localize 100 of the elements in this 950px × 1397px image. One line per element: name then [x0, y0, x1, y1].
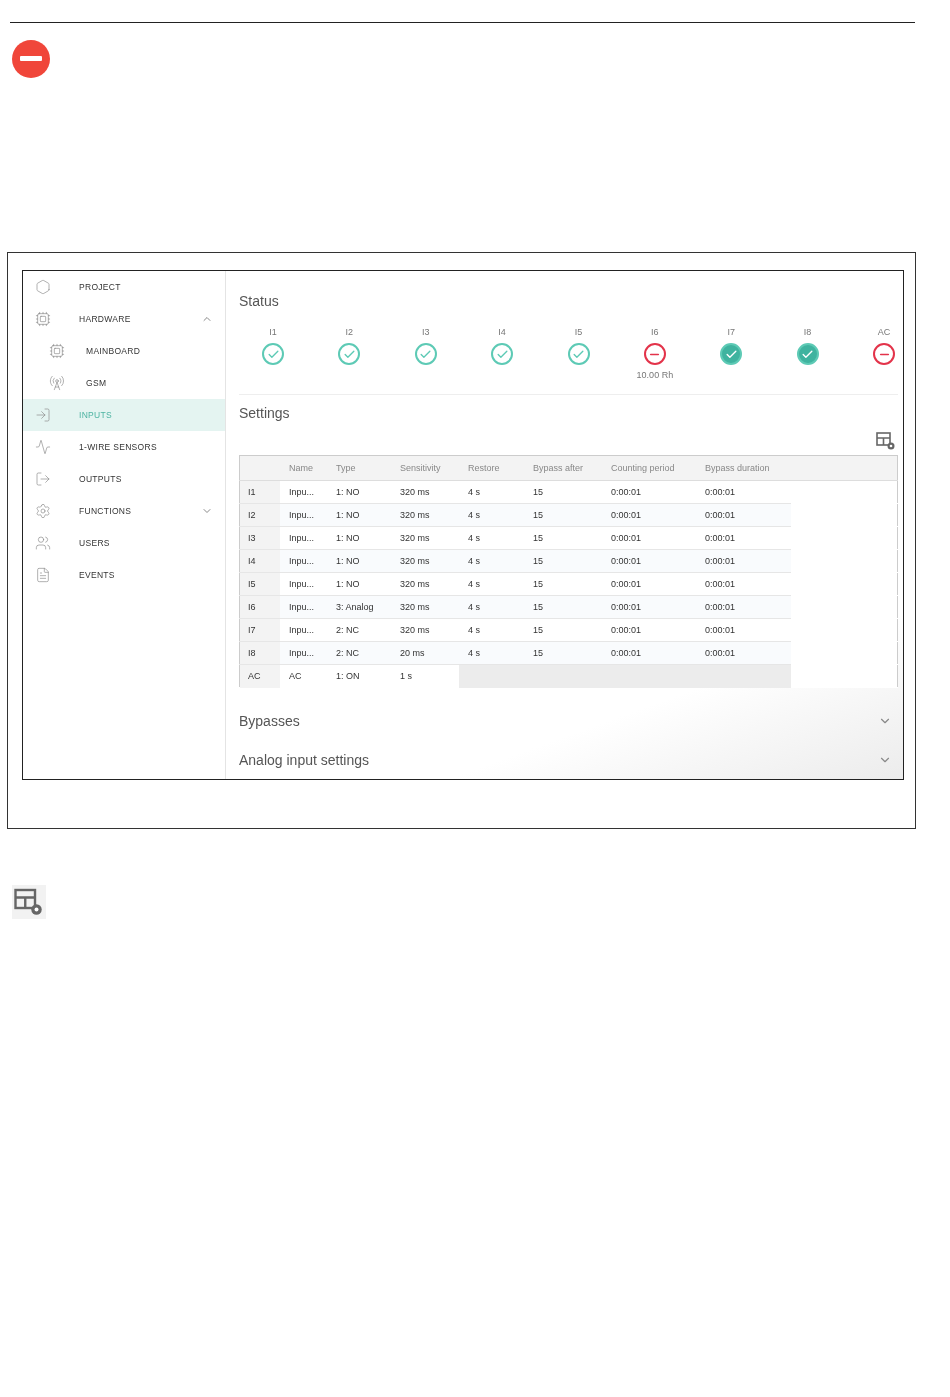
- section-title: Settings: [239, 405, 291, 422]
- row-id: I6: [239, 595, 280, 619]
- table-cell: 320 ms: [391, 480, 459, 504]
- table-cell: 0:00:01: [696, 526, 791, 550]
- table-cell: 15: [524, 503, 602, 527]
- table-cell: 0:00:01: [602, 595, 696, 619]
- table-settings-icon: [12, 885, 46, 919]
- input-label: AC: [877, 327, 891, 337]
- menu-icon: [35, 503, 51, 519]
- table-cell: 15: [524, 480, 602, 504]
- table-cell: Inpu...: [280, 595, 327, 619]
- input-label: I3: [422, 327, 430, 337]
- input-label: I6: [651, 327, 659, 337]
- row-id: I5: [239, 572, 280, 596]
- table-cell: 320 ms: [391, 572, 459, 596]
- row-id: I1: [239, 480, 280, 504]
- table-cell: 4 s: [459, 503, 524, 527]
- table-cell: 1: NO: [327, 480, 391, 504]
- sidebar-item[interactable]: OUTPUTS: [23, 463, 225, 495]
- table-cell: 2: NC: [327, 641, 391, 665]
- menu-icon: [35, 311, 51, 327]
- table-cell: 15: [524, 595, 602, 619]
- table-settings-icon[interactable]: [876, 431, 896, 452]
- table-cell: 4 s: [459, 641, 524, 665]
- input-label: I7: [727, 327, 735, 337]
- input-label: I2: [345, 327, 354, 337]
- table-cell: 15: [524, 526, 602, 550]
- row-id: I2: [239, 503, 280, 527]
- table-cell: 0:00:01: [696, 549, 791, 573]
- table-cell: 0:00:01: [602, 572, 696, 596]
- table-cell: Inpu...: [280, 503, 327, 527]
- menu-icon: [35, 567, 51, 583]
- table-cell: 320 ms: [391, 618, 459, 642]
- menu-icon: [35, 439, 51, 455]
- table-cell: 1: NO: [327, 572, 391, 596]
- row-id: AC: [239, 664, 280, 688]
- table-cell: 4 s: [459, 549, 524, 573]
- section-title: Status: [239, 293, 280, 309]
- table-cell: 0:00:01: [696, 480, 791, 504]
- input-value: 10.00 Rh: [636, 370, 674, 380]
- input-label: I5: [574, 327, 583, 337]
- header-cell: [239, 455, 280, 481]
- table-cell: 4 s: [459, 595, 524, 619]
- table-cell: Inpu...: [280, 618, 327, 642]
- row-id: I7: [239, 618, 280, 642]
- table-cell: Inpu...: [280, 572, 327, 596]
- row-id: I3: [239, 526, 280, 550]
- table-cell: 0:00:01: [696, 618, 791, 642]
- table-cell: 1 s: [391, 664, 459, 688]
- row-id: I4: [239, 549, 280, 573]
- input-label: I4: [498, 327, 506, 337]
- table-cell: 0:00:01: [602, 549, 696, 573]
- table-cell: 4 s: [459, 572, 524, 596]
- table-cell: 0:00:01: [696, 595, 791, 619]
- table-cell: Inpu...: [280, 526, 327, 550]
- menu-icon: [35, 471, 51, 487]
- sidebar-item[interactable]: HARDWARE: [23, 303, 225, 335]
- table-cell: 15: [524, 618, 602, 642]
- table-cell: 1: NO: [327, 526, 391, 550]
- table-cell: 4 s: [459, 526, 524, 550]
- menu-icon: [49, 343, 65, 359]
- table-cell: 0:00:01: [696, 572, 791, 596]
- blocked-icon: [12, 40, 50, 78]
- table-cell: 3: Analog: [327, 595, 391, 619]
- table-cell: 1: NO: [327, 549, 391, 573]
- menu-icon: [35, 407, 51, 423]
- menu-icon: [35, 279, 51, 295]
- sidebar-item[interactable]: FUNCTIONS: [23, 495, 225, 527]
- table-cell: 1: NO: [327, 503, 391, 527]
- input-label: I8: [803, 327, 812, 337]
- sidebar-item[interactable]: EVENTS: [23, 559, 225, 591]
- table-cell: 20 ms: [391, 641, 459, 665]
- table-cell: 0:00:01: [602, 618, 696, 642]
- sidebar-item[interactable]: PROJECT: [23, 271, 225, 303]
- table-cell: 320 ms: [391, 549, 459, 573]
- table-cell: 15: [524, 572, 602, 596]
- table-cell: 15: [524, 641, 602, 665]
- accordion-header[interactable]: Analog input settings: [239, 740, 898, 779]
- table-cell: 0:00:01: [696, 641, 791, 665]
- sidebar-item[interactable]: GSM: [23, 367, 225, 399]
- table-cell: 15: [524, 549, 602, 573]
- table-cell: 320 ms: [391, 595, 459, 619]
- sidebar-item[interactable]: USERS: [23, 527, 225, 559]
- table-cell: 320 ms: [391, 526, 459, 550]
- table-cell: 0:00:01: [602, 503, 696, 527]
- table-cell: 0:00:01: [696, 503, 791, 527]
- table-cell: AC: [280, 664, 327, 688]
- row-id: I8: [239, 641, 280, 665]
- input-label: I1: [269, 327, 277, 337]
- menu-icon: [49, 375, 65, 391]
- table-cell: 4 s: [459, 618, 524, 642]
- table-cell: 2: NC: [327, 618, 391, 642]
- accordion-header[interactable]: Bypasses: [239, 702, 898, 741]
- table-cell: 0:00:01: [602, 480, 696, 504]
- sidebar-item[interactable]: 1-WIRE SENSORS: [23, 431, 225, 463]
- table-cell: 0:00:01: [602, 526, 696, 550]
- table-cell: Inpu...: [280, 480, 327, 504]
- sidebar-item[interactable]: MAINBOARD: [23, 335, 225, 367]
- table-cell: 0:00:01: [602, 641, 696, 665]
- table-cell: 4 s: [459, 480, 524, 504]
